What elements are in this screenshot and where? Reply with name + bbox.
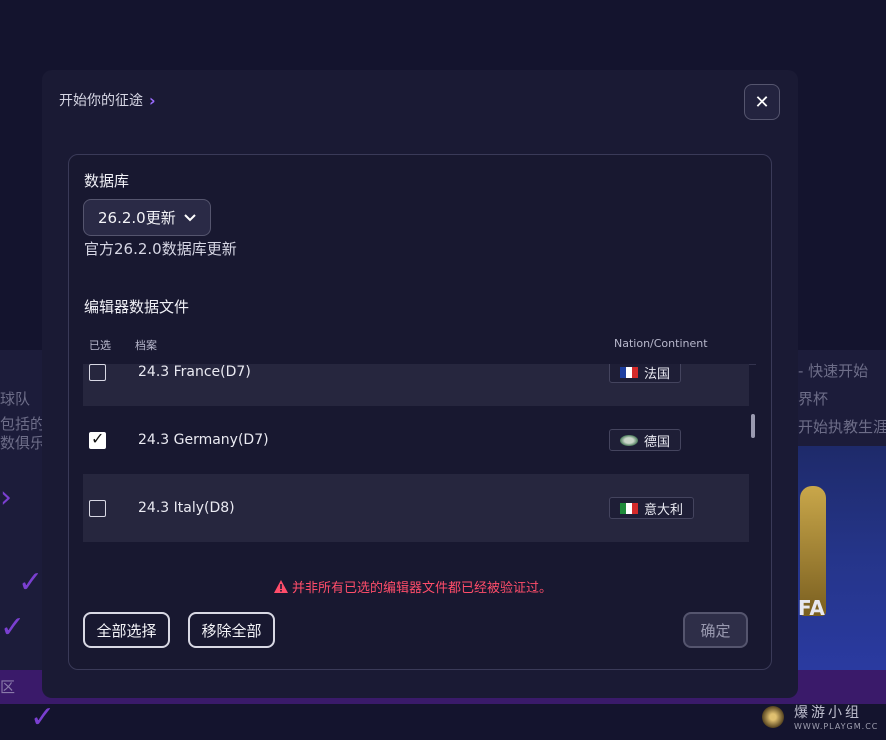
nation-label: 意大利 <box>644 502 684 518</box>
editor-files-title: 编辑器数据文件 <box>84 298 190 316</box>
database-description: 官方26.2.0数据库更新 <box>84 240 237 258</box>
background-promo-image: FA <box>798 446 886 670</box>
file-name: 24.3 France(D7) <box>138 364 251 380</box>
background-text: - 快速开始 <box>798 362 869 380</box>
scrollbar-thumb[interactable] <box>751 414 755 438</box>
checkmark-decoration-icon: ✓ <box>0 610 26 645</box>
file-list[interactable]: 24.3 France(D7) 法国 24.3 Germany(D7) 德国 2… <box>83 364 749 542</box>
confirm-button[interactable]: 确定 <box>683 612 748 648</box>
chevron-down-icon <box>184 211 196 225</box>
warning-icon <box>274 580 288 593</box>
background-text: 包括的 <box>0 415 46 433</box>
nation-badge: 德国 <box>609 429 682 451</box>
row-checkbox[interactable] <box>89 500 106 517</box>
watermark: 爆游小组 WWW.PLAYGM.CC <box>762 702 878 731</box>
background-text: 数俱乐 <box>0 434 46 452</box>
row-checkbox[interactable] <box>89 429 106 449</box>
italy-flag-icon <box>620 502 638 514</box>
table-row[interactable]: 24.3 Germany(D7) 德国 <box>83 406 749 474</box>
breadcrumb-label: 开始你的征途 <box>59 93 143 109</box>
germany-flag-icon <box>620 434 638 446</box>
background-text: 界杯 <box>798 390 829 408</box>
table-header: 已选 档案 Nation/Continent <box>84 337 756 365</box>
nation-label: 德国 <box>644 434 671 450</box>
chevron-right-icon: › <box>149 90 156 110</box>
database-select[interactable]: 26.2.0更新 <box>83 199 211 236</box>
column-header-file: 档案 <box>135 339 157 352</box>
warning-text: 并非所有已选的编辑器文件都已经被验证过。 <box>292 581 553 596</box>
background-text: 区 <box>0 678 16 696</box>
remove-all-button[interactable]: 移除全部 <box>188 612 275 648</box>
validation-warning: 并非所有已选的编辑器文件都已经被验证过。 <box>274 577 552 596</box>
table-row[interactable]: 24.3 Italy(D8) 意大利 <box>83 474 749 542</box>
nation-badge: 法国 <box>609 364 682 383</box>
column-header-nation: Nation/Continent <box>614 337 708 350</box>
close-icon: ✕ <box>754 91 770 113</box>
watermark-logo-icon <box>762 705 784 728</box>
file-name: 24.3 Germany(D7) <box>138 432 269 448</box>
background-text: FA <box>798 596 825 620</box>
watermark-title: 爆游小组 <box>794 705 862 721</box>
row-checkbox[interactable] <box>89 364 106 381</box>
checkmark-decoration-icon: ✓ <box>30 700 56 735</box>
editor-files-dialog: 开始你的征途 › ✕ 数据库 26.2.0更新 官方26.2.0数据库更新 编辑… <box>42 70 798 698</box>
content-panel: 数据库 26.2.0更新 官方26.2.0数据库更新 编辑器数据文件 已选 档案… <box>68 154 772 670</box>
checkmark-decoration-icon: › <box>0 480 12 515</box>
breadcrumb[interactable]: 开始你的征途 › <box>59 90 156 110</box>
nation-badge: 意大利 <box>609 497 695 519</box>
france-flag-icon <box>620 366 638 378</box>
file-name: 24.3 Italy(D8) <box>138 500 235 516</box>
database-title: 数据库 <box>84 172 130 190</box>
nation-label: 法国 <box>644 366 671 382</box>
select-all-button[interactable]: 全部选择 <box>83 612 170 648</box>
table-row[interactable]: 24.3 France(D7) 法国 <box>83 364 749 406</box>
watermark-url: WWW.PLAYGM.CC <box>794 722 879 731</box>
background-text: 开始执教生涯 <box>798 418 886 436</box>
close-button[interactable]: ✕ <box>744 84 780 120</box>
background-text: 球队 <box>0 390 31 408</box>
database-select-value: 26.2.0更新 <box>98 209 176 227</box>
column-header-selected: 已选 <box>89 339 111 352</box>
checkmark-decoration-icon: ✓ <box>18 565 44 600</box>
